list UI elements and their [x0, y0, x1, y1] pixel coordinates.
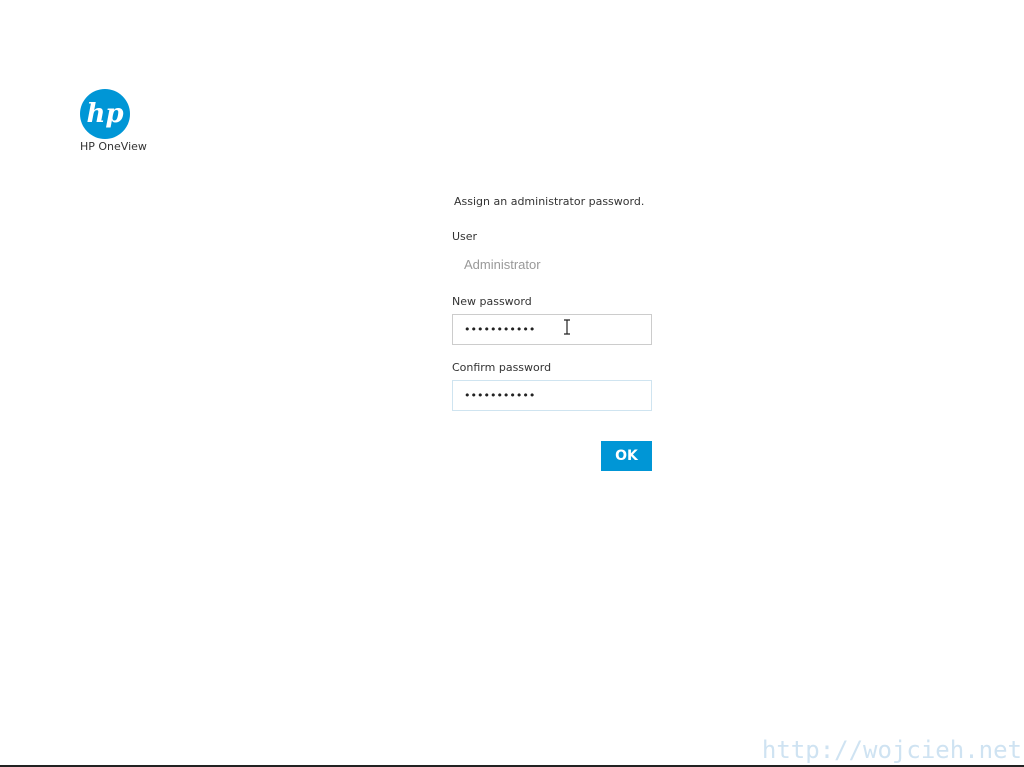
- new-password-label: New password: [452, 295, 532, 308]
- watermark: http://wojcieh.net: [761, 736, 1022, 764]
- new-password-input[interactable]: [452, 314, 652, 345]
- confirm-password-input[interactable]: [452, 380, 652, 411]
- product-name: HP OneView: [80, 140, 147, 153]
- user-label: User: [452, 230, 478, 243]
- form-prompt: Assign an administrator password.: [454, 195, 645, 208]
- ok-button[interactable]: OK: [601, 441, 652, 471]
- svg-text:hp: hp: [86, 99, 123, 129]
- confirm-password-label: Confirm password: [452, 361, 552, 374]
- setup-page: hp HP OneView Assign an administrator pa…: [0, 0, 1024, 767]
- hp-logo-icon: hp: [80, 89, 130, 139]
- user-value: Administrator: [464, 257, 541, 272]
